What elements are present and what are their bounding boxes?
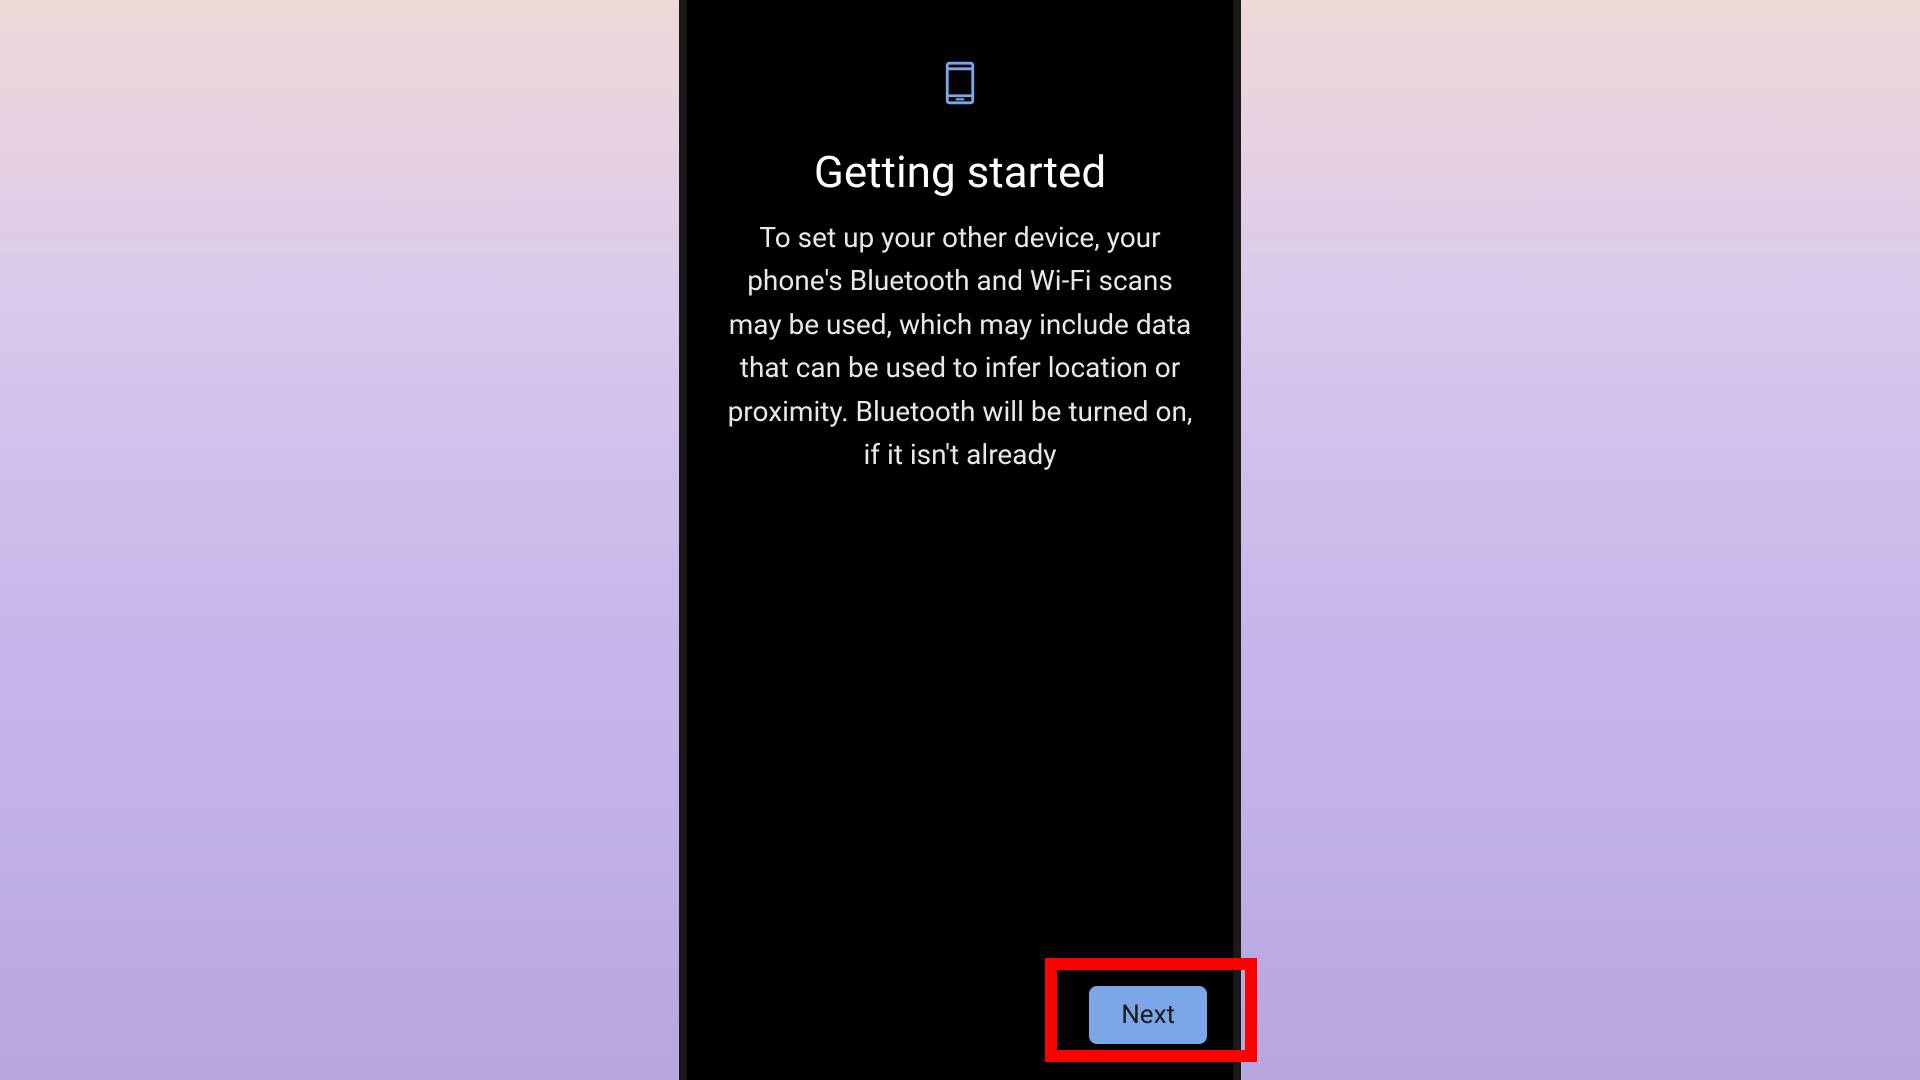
- phone-screen: Getting started To set up your other dev…: [679, 0, 1241, 1080]
- phone-icon: [943, 60, 977, 116]
- description-text: To set up your other device, your phone'…: [717, 216, 1203, 476]
- page-title: Getting started: [814, 146, 1106, 198]
- button-area: Next: [1089, 986, 1207, 1044]
- next-button[interactable]: Next: [1089, 986, 1207, 1044]
